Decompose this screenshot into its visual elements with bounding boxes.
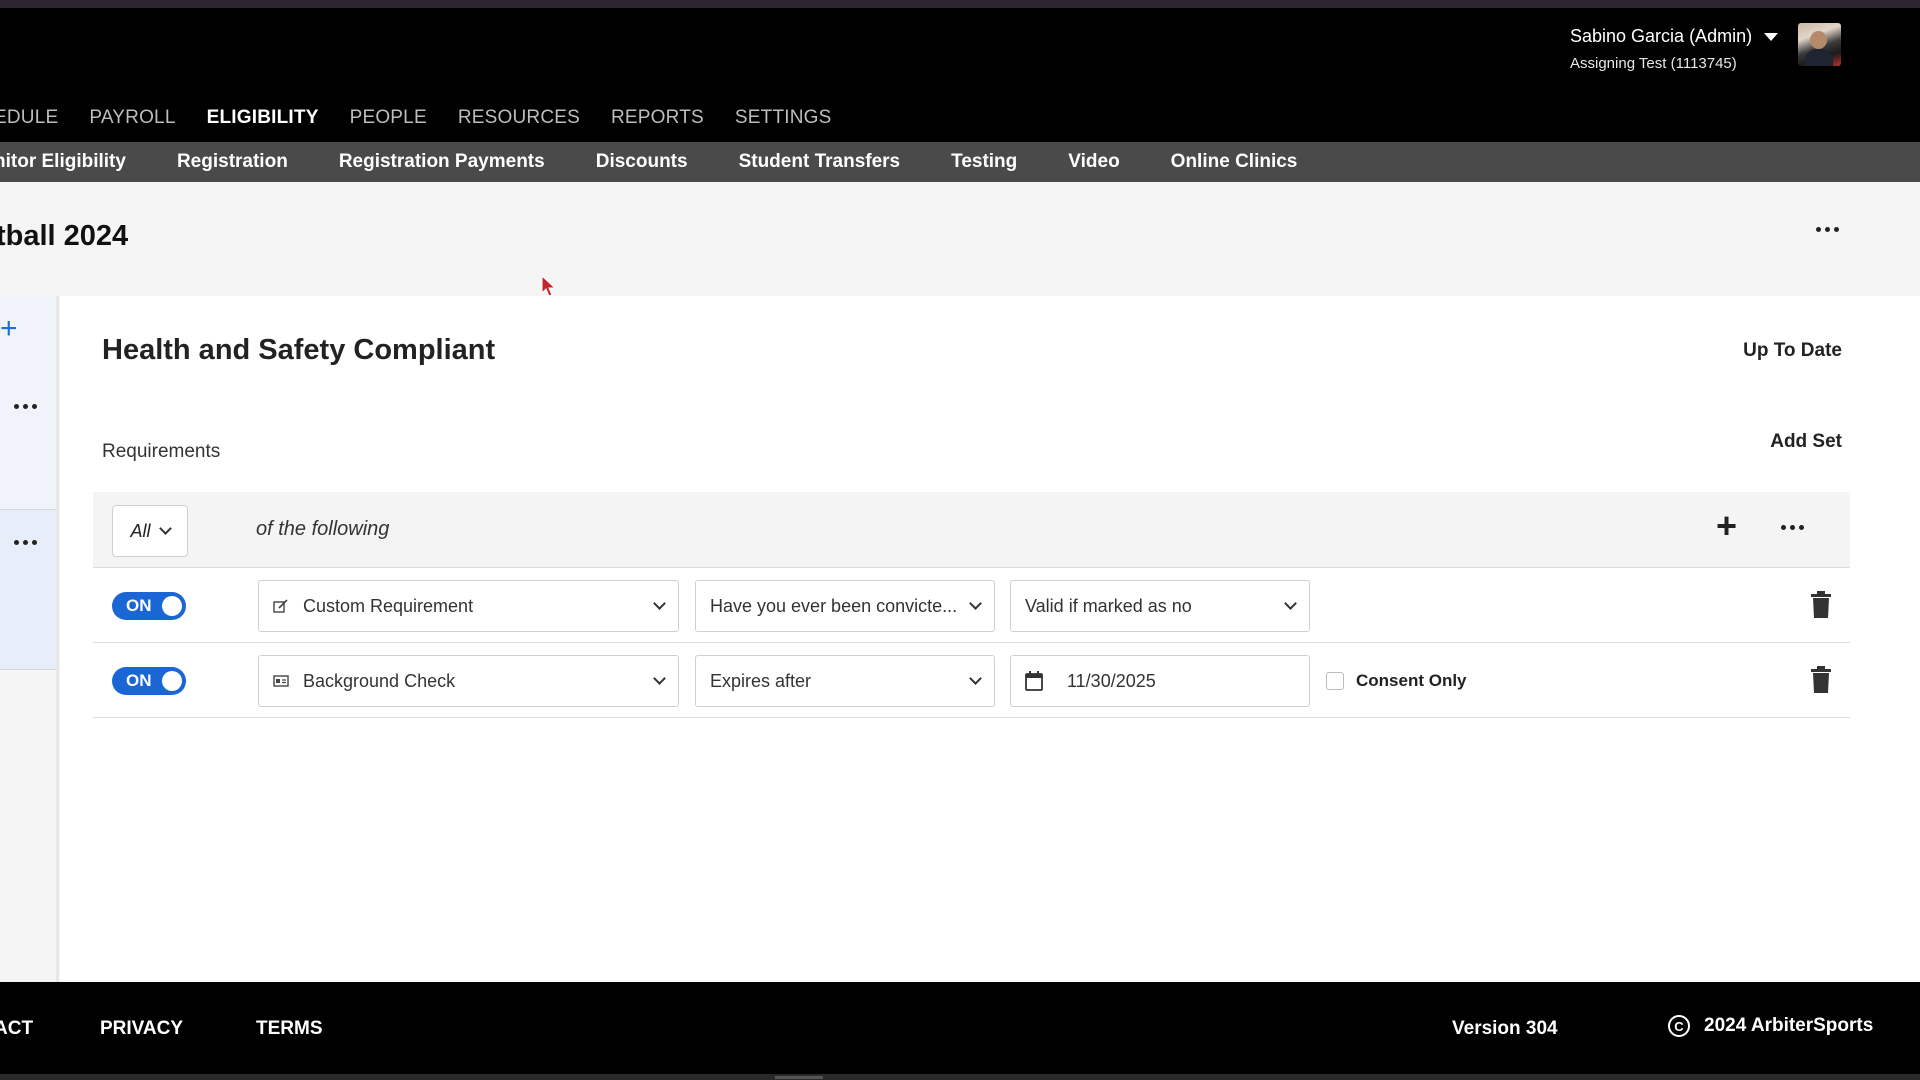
footer-link-privacy[interactable]: PRIVACY (100, 1018, 183, 1040)
consent-only-label: Consent Only (1356, 671, 1467, 690)
more-options-icon[interactable] (1781, 525, 1804, 530)
requirement-condition-select[interactable]: Expires after (695, 655, 995, 707)
match-mode-select[interactable]: All (112, 505, 188, 557)
nav-item-people[interactable]: PEOPLE (350, 107, 427, 129)
app-footer: ACT PRIVACY TERMS Version 304 C 2024 Arb… (0, 982, 1920, 1074)
add-requirement-icon[interactable]: + (1716, 508, 1737, 544)
subnav-item-registration[interactable]: Registration (177, 151, 288, 173)
requirement-toggle[interactable]: ON (112, 667, 186, 695)
panel-divider (56, 296, 59, 982)
main-nav: EDULE PAYROLL ELIGIBILITY PEOPLE RESOURC… (0, 104, 863, 132)
toggle-label: ON (126, 671, 152, 690)
user-organization: Assigning Test (1113745) (1570, 55, 1737, 72)
subnav-item-discounts[interactable]: Discounts (596, 151, 688, 173)
user-menu[interactable]: Sabino Garcia (Admin) Assigning Test (11… (1570, 26, 1779, 72)
more-options-icon[interactable] (14, 404, 37, 409)
subnav-item-testing[interactable]: Testing (951, 151, 1017, 173)
toggle-label: ON (126, 596, 152, 615)
requirement-row: ON Custom Requirement Have you ever been… (93, 568, 1850, 643)
user-name[interactable]: Sabino Garcia (Admin) (1570, 26, 1752, 47)
consent-only-option[interactable]: Consent Only (1326, 671, 1467, 691)
requirements-label: Requirements (102, 441, 221, 462)
copyright: C 2024 ArbiterSports (1668, 1015, 1873, 1037)
version-label: Version 304 (1452, 1018, 1558, 1039)
nav-item-reports[interactable]: REPORTS (611, 107, 704, 129)
chevron-down-icon (969, 672, 982, 685)
requirement-type-value: Custom Requirement (303, 595, 474, 616)
toggle-knob (162, 596, 182, 616)
chevron-down-icon (653, 672, 666, 685)
edit-icon (273, 599, 288, 613)
trash-icon[interactable] (1810, 666, 1832, 694)
nav-item-resources[interactable]: RESOURCES (458, 107, 580, 129)
window-bottom-strip (0, 1074, 1920, 1080)
chevron-down-icon (969, 597, 982, 610)
avatar[interactable] (1798, 23, 1841, 66)
subnav-item-video[interactable]: Video (1068, 151, 1119, 173)
requirement-condition-value: Have you ever been convicte... (710, 595, 958, 616)
consent-only-checkbox[interactable] (1326, 672, 1344, 690)
requirement-condition-select[interactable]: Have you ever been convicte... (695, 580, 995, 632)
left-panel: + (0, 296, 59, 982)
subnav-item-registration-payments[interactable]: Registration Payments (339, 151, 545, 173)
requirement-set-title: Health and Safety Compliant (102, 334, 496, 366)
sub-nav: nitor Eligibility Registration Registrat… (0, 142, 1920, 182)
page-more-options-icon[interactable] (1816, 222, 1846, 236)
chevron-down-icon (653, 597, 666, 610)
subnav-item-student-transfers[interactable]: Student Transfers (739, 151, 901, 173)
expiration-date-value: 11/30/2025 (1067, 670, 1156, 691)
caret-down-icon[interactable] (1764, 32, 1779, 41)
expiration-date-field[interactable]: 11/30/2025 (1010, 655, 1310, 707)
requirement-toggle[interactable]: ON (112, 592, 186, 620)
copyright-text: 2024 ArbiterSports (1704, 1015, 1874, 1036)
nav-item-payroll[interactable]: PAYROLL (89, 107, 175, 129)
toggle-knob (162, 671, 182, 691)
user-name-row[interactable]: Sabino Garcia (Admin) (1570, 26, 1779, 47)
match-suffix: of the following (256, 518, 390, 540)
requirements-header: All of the following + (93, 492, 1850, 568)
match-mode-value: All (130, 520, 151, 541)
nav-item-schedule[interactable]: EDULE (0, 107, 58, 129)
requirement-condition-value: Expires after (710, 670, 812, 691)
copyright-icon: C (1668, 1015, 1690, 1037)
requirement-value-select[interactable]: Valid if marked as no (1010, 580, 1310, 632)
subnav-item-online-clinics[interactable]: Online Clinics (1171, 151, 1298, 173)
footer-link-contact[interactable]: ACT (0, 1018, 33, 1040)
calendar-icon[interactable] (1025, 671, 1043, 691)
chevron-down-icon (1284, 597, 1297, 610)
window-top-strip (0, 0, 1920, 8)
requirement-value: Valid if marked as no (1025, 595, 1192, 616)
subnav-item-monitor-eligibility[interactable]: nitor Eligibility (0, 151, 126, 173)
trash-icon[interactable] (1810, 591, 1832, 619)
requirement-row: ON Background Check Expires after 11/30/… (93, 643, 1850, 718)
chevron-down-icon (158, 522, 172, 535)
nav-item-settings[interactable]: SETTINGS (735, 107, 832, 129)
mouse-cursor-icon (541, 275, 557, 297)
requirement-type-select[interactable]: Background Check (258, 655, 679, 707)
requirement-set-card: Health and Safety Compliant Up To Date R… (60, 296, 1920, 982)
id-card-icon (273, 675, 289, 687)
footer-link-terms[interactable]: TERMS (256, 1018, 323, 1040)
add-icon[interactable]: + (0, 314, 18, 344)
page-title: tball 2024 (0, 220, 129, 252)
more-options-icon[interactable] (14, 540, 37, 545)
nav-item-eligibility[interactable]: ELIGIBILITY (207, 107, 319, 129)
left-panel-selected-item[interactable] (0, 510, 58, 670)
status-badge: Up To Date (1743, 340, 1842, 361)
add-set-button[interactable]: Add Set (1770, 431, 1842, 453)
left-panel-section[interactable]: + (0, 296, 58, 510)
requirement-type-select[interactable]: Custom Requirement (258, 580, 679, 632)
requirement-type-value: Background Check (303, 670, 456, 691)
requirements-table: All of the following + ON Custom Require… (93, 492, 1850, 718)
